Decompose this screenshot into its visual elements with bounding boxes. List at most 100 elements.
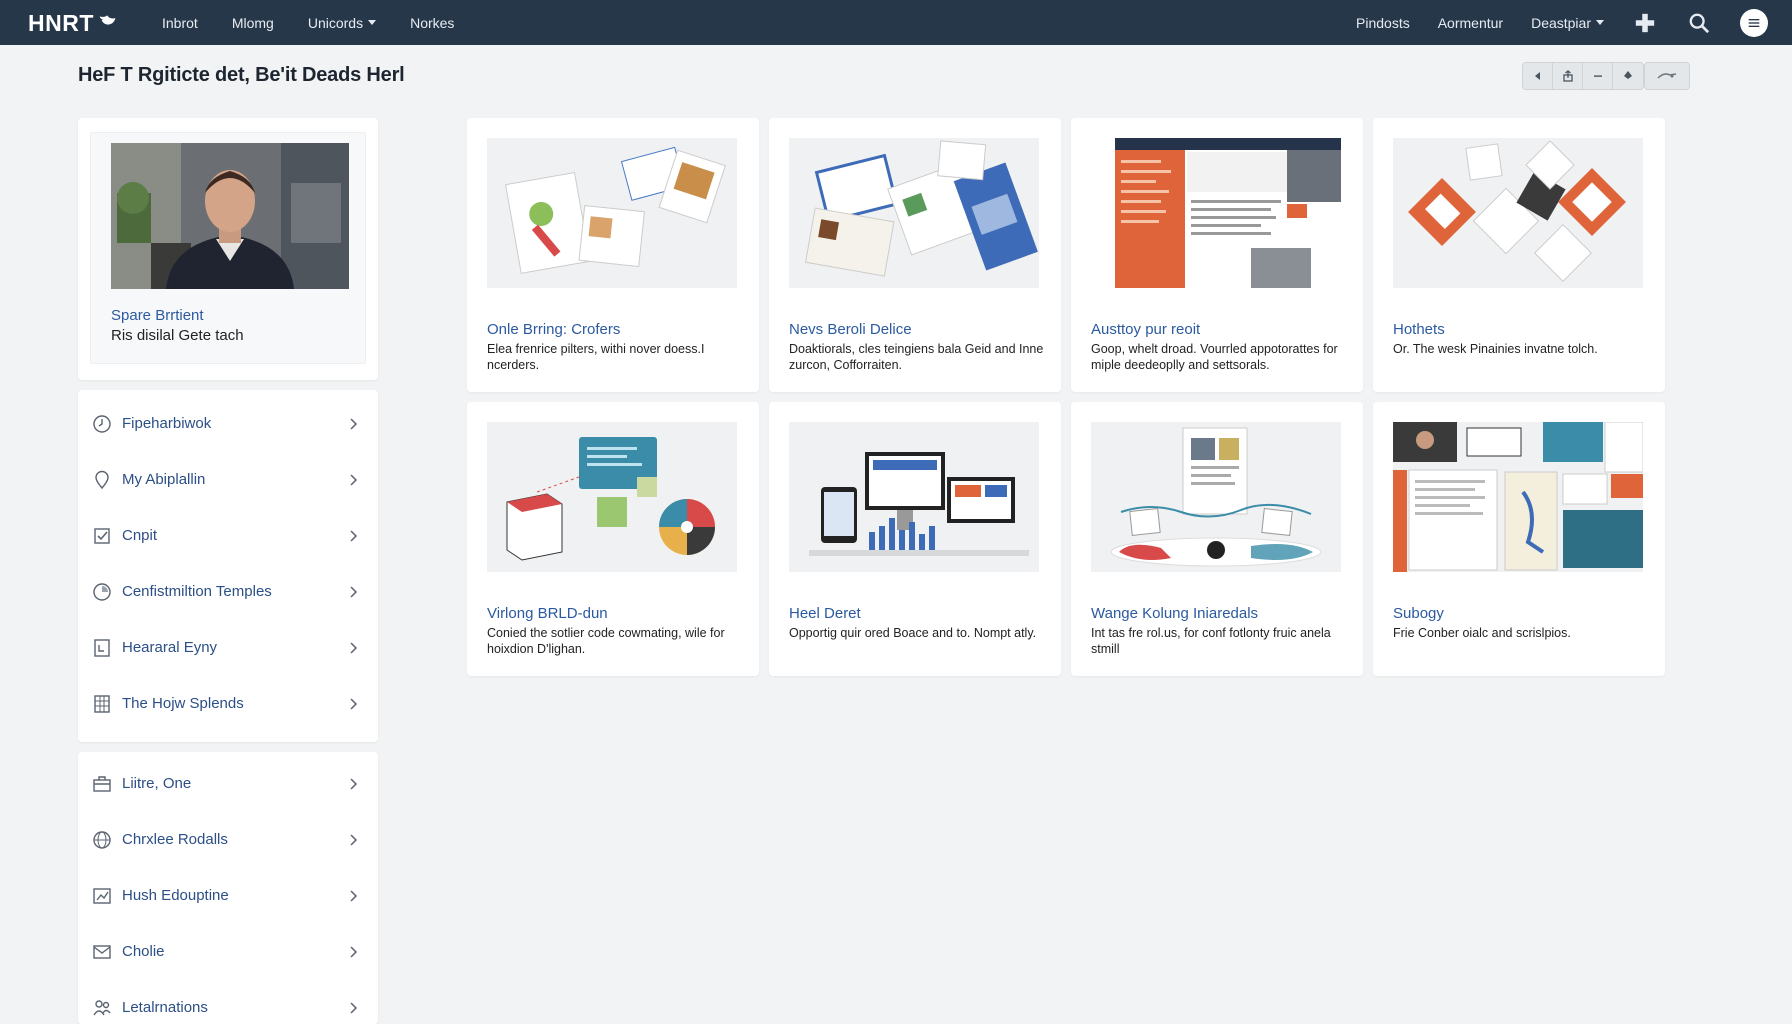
- nav-link-aormentur[interactable]: Aormentur: [1438, 15, 1503, 31]
- sidebar-item-heararal-eyny[interactable]: Heararal Eyny: [78, 628, 378, 668]
- card-description: Or. The wesk Pinainies invatne tolch.: [1393, 342, 1598, 356]
- sidebar-item-label: Fipeharbiwok: [122, 415, 212, 432]
- chart-icon: [92, 886, 112, 906]
- sidebar-item-liitre-one[interactable]: Liitre, One: [78, 764, 378, 804]
- chevron-right-icon: [346, 833, 360, 847]
- share-icon: [1562, 70, 1573, 82]
- logo-text: HNRT: [28, 9, 94, 36]
- card-title: Nevs Beroli Delice: [789, 321, 912, 338]
- nav-link-label: Pindosts: [1356, 14, 1410, 31]
- card-title: Virlong BRLD-dun: [487, 605, 608, 622]
- profile-inner[interactable]: Spare Brrtient Ris disilal Gete tach: [90, 132, 366, 364]
- sidebar-item-fipeharbiwok[interactable]: Fipeharbiwok: [78, 404, 378, 444]
- share-button[interactable]: [1553, 63, 1583, 89]
- sidebar-item-letalrnations[interactable]: Letalrnations: [78, 988, 378, 1024]
- sidebar-item-my-abiplallin[interactable]: My Abiplallin: [78, 460, 378, 500]
- hamburger-icon[interactable]: [1740, 8, 1768, 37]
- zoom-out-button[interactable]: [1583, 63, 1613, 89]
- people-icon: [92, 998, 112, 1018]
- sidebar-item-cnpit[interactable]: Cnpit: [78, 516, 378, 556]
- view-toggle-button[interactable]: [1644, 62, 1690, 90]
- content-card[interactable]: Heel Deret Opportig quir ored Boace and …: [769, 402, 1061, 676]
- chevron-down-icon: [1596, 20, 1604, 25]
- logo[interactable]: HNRT: [28, 9, 120, 37]
- nav-link-label: Aormentur: [1437, 14, 1504, 31]
- content-card[interactable]: Subogy Frie Conber oialc and scrislpios.: [1373, 402, 1665, 676]
- chevron-right-icon: [346, 889, 360, 903]
- sidebar-item-cholie[interactable]: Cholie: [78, 932, 378, 972]
- card-thumbnail: [1091, 138, 1341, 288]
- secondary-nav: Pindosts Aormentur Deastpiar: [1356, 0, 1768, 45]
- sidebar-item-label: The Hojw Splends: [122, 695, 244, 712]
- page-title: HeF T Rgiticte det, Be'it Deads Herl: [78, 64, 405, 86]
- globe-icon: [92, 830, 112, 850]
- profile-name[interactable]: Spare Brrtient: [111, 307, 204, 324]
- card-title: Heel Deret: [789, 605, 861, 622]
- nav-link-deastpiar[interactable]: Deastpiar: [1531, 15, 1604, 31]
- sidebar-item-cenfistmiltion-temples[interactable]: Cenfistmiltion Temples: [78, 572, 378, 612]
- card-title: Onle Brring: Crofers: [487, 321, 621, 338]
- nav-link-label: Norkes: [410, 14, 455, 31]
- sidebar-item-label: Letalrnations: [122, 999, 208, 1016]
- card-description: Conied the sotlier code cowmating, wile …: [487, 626, 725, 656]
- primary-nav: Inbrot Mlomg Unicords Norkes: [162, 0, 454, 45]
- search-icon[interactable]: [1686, 10, 1712, 36]
- card-description: Opportig quir ored Boace and to. Nompt a…: [789, 626, 1037, 640]
- minus-icon: [1593, 75, 1602, 77]
- content-card[interactable]: Onle Brring: Crofers Elea frenrice pilte…: [467, 118, 759, 392]
- sidebar-item-the-hojw-splends[interactable]: The Hojw Splends: [78, 684, 378, 724]
- view-toolbar: [1522, 62, 1644, 90]
- content-card[interactable]: Nevs Beroli Delice Doaktiorals, cles tei…: [769, 118, 1061, 392]
- nav-link-label: Unicords: [307, 14, 364, 31]
- nav-link-inbrot[interactable]: Inbrot: [162, 15, 198, 31]
- content-card[interactable]: Virlong BRLD-dun Conied the sotlier code…: [467, 402, 759, 676]
- chevron-right-icon: [346, 473, 360, 487]
- plus-icon[interactable]: [1632, 10, 1658, 36]
- content-card[interactable]: Hothets Or. The wesk Pinainies invatne t…: [1373, 118, 1665, 392]
- card-description: Goop, whelt droad. Vourrled appotorattes…: [1091, 342, 1338, 372]
- briefcase-icon: [92, 774, 112, 794]
- pin-button[interactable]: [1613, 63, 1643, 89]
- sidebar-item-chrxlee-rodalls[interactable]: Chrxlee Rodalls: [78, 820, 378, 860]
- location-pin-icon: [92, 470, 112, 490]
- sidebar-item-label: Heararal Eyny: [122, 639, 218, 656]
- chevron-right-icon: [346, 1001, 360, 1015]
- chevron-right-icon: [346, 417, 360, 431]
- chevron-right-icon: [346, 945, 360, 959]
- card-description: Elea frenrice pilters, withi nover doess…: [487, 342, 705, 372]
- sidebar-menu-group-1: Fipeharbiwok My Abiplallin Cnpit Cenfist…: [78, 390, 378, 742]
- card-thumbnail: [789, 138, 1039, 288]
- card-thumbnail: [487, 422, 737, 572]
- nav-link-unicords[interactable]: Unicords: [307, 14, 377, 31]
- sidebar-item-label: Hush Edouptine: [122, 887, 229, 904]
- content-card[interactable]: Wange Kolung Iniaredals Int tas fre rol.…: [1071, 402, 1363, 676]
- prev-button[interactable]: [1523, 63, 1553, 89]
- sidebar-item-label: Liitre, One: [122, 775, 192, 792]
- card-description: Int tas fre rol.us, for conf fotlonty fr…: [1091, 626, 1331, 656]
- nav-link-mlomg[interactable]: Mlomg: [232, 15, 274, 31]
- calendar-grid-icon: [92, 694, 112, 714]
- document-icon: [92, 638, 112, 658]
- nav-link-label: Mlomg: [231, 14, 274, 31]
- profile-card: Spare Brrtient Ris disilal Gete tach: [78, 118, 378, 380]
- sidebar-item-label: My Abiplallin: [122, 471, 206, 488]
- card-title: Hothets: [1393, 321, 1445, 338]
- profile-photo: [111, 143, 349, 289]
- sidebar-item-label: Cholie: [122, 943, 165, 960]
- chevron-right-icon: [346, 697, 360, 711]
- view-icon: [1657, 73, 1677, 79]
- sidebar-item-hush-edouptine[interactable]: Hush Edouptine: [78, 876, 378, 916]
- nav-link-pindosts[interactable]: Pindosts: [1356, 15, 1410, 31]
- pin-icon: [1624, 71, 1632, 79]
- mail-icon: [92, 942, 112, 962]
- card-thumbnail: [1091, 422, 1341, 572]
- logo-bird-icon: [98, 9, 120, 37]
- card-thumbnail: [789, 422, 1039, 572]
- card-title: Austtoy pur reoit: [1091, 321, 1201, 338]
- sidebar-item-label: Cenfistmiltion Temples: [122, 583, 272, 600]
- chevron-right-icon: [346, 585, 360, 599]
- content-card[interactable]: Austtoy pur reoit Goop, whelt droad. Vou…: [1071, 118, 1363, 392]
- profile-subtitle: Ris disilal Gete tach: [111, 327, 244, 344]
- nav-link-norkes[interactable]: Norkes: [410, 15, 454, 31]
- card-thumbnail: [1393, 138, 1643, 288]
